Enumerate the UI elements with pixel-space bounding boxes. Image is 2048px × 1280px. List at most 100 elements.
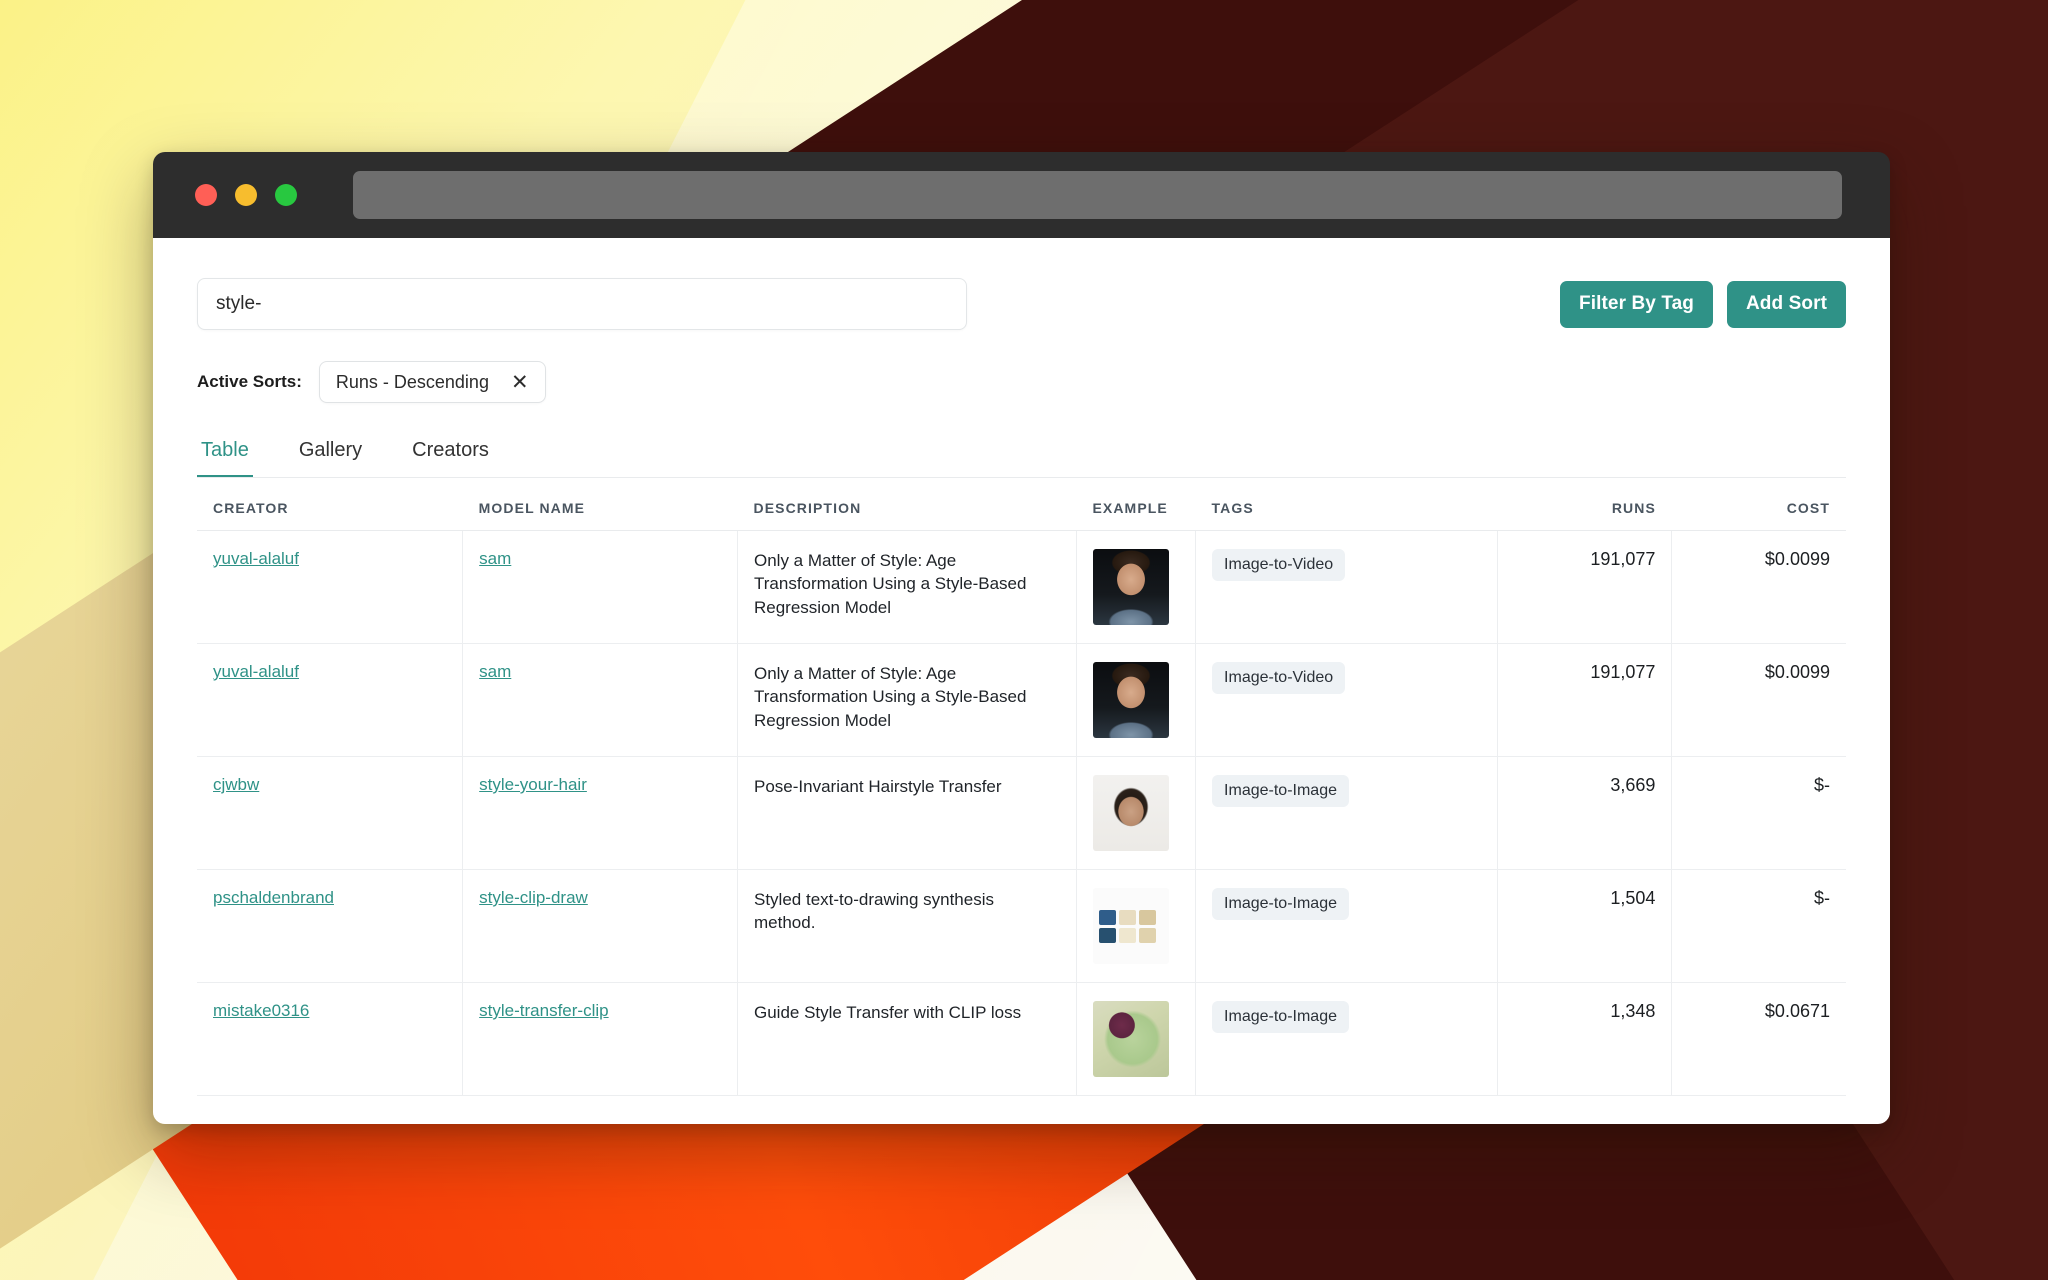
tab-creators[interactable]: Creators <box>408 433 493 477</box>
creator-link[interactable]: cjwbw <box>213 775 259 794</box>
cell-cost: $- <box>1671 756 1846 870</box>
description-text: Styled text-to-drawing synthesis method. <box>754 890 994 933</box>
table-row: pschaldenbrand style-clip-draw Styled te… <box>197 869 1846 983</box>
cell-runs: 191,077 <box>1497 530 1673 644</box>
tab-gallery[interactable]: Gallery <box>295 433 366 477</box>
search-input[interactable] <box>197 278 967 330</box>
cell-description: Guide Style Transfer with CLIP loss <box>737 982 1077 1096</box>
table-row: mistake0316 style-transfer-clip Guide St… <box>197 982 1846 1096</box>
table-row: yuval-alaluf sam Only a Matter of Style:… <box>197 530 1846 644</box>
model-name-link[interactable]: sam <box>479 662 511 681</box>
cell-model-name: sam <box>462 530 738 644</box>
table-header-row: CREATOR MODEL NAME DESCRIPTION EXAMPLE T… <box>197 478 1846 531</box>
column-header-description[interactable]: DESCRIPTION <box>737 478 1077 531</box>
cell-cost: $0.0671 <box>1671 982 1846 1096</box>
active-sort-chip-label: Runs - Descending <box>335 371 489 392</box>
page-content: Filter By Tag Add Sort Active Sorts: Run… <box>153 238 1890 1124</box>
add-sort-button[interactable]: Add Sort <box>1726 280 1846 328</box>
close-icon[interactable]: ✕ <box>511 372 529 393</box>
cell-model-name: sam <box>462 643 738 757</box>
minimize-window-icon[interactable] <box>235 184 257 206</box>
description-text: Guide Style Transfer with CLIP loss <box>754 1003 1022 1022</box>
example-thumbnail <box>1092 662 1169 738</box>
cell-model-name: style-your-hair <box>462 756 738 870</box>
filter-by-tag-button[interactable]: Filter By Tag <box>1560 280 1713 328</box>
cell-description: Styled text-to-drawing synthesis method. <box>737 869 1077 983</box>
table-body: yuval-alaluf sam Only a Matter of Style:… <box>197 530 1846 1096</box>
creator-link[interactable]: yuval-alaluf <box>213 549 299 568</box>
cell-model-name: style-clip-draw <box>462 869 738 983</box>
tag-badge[interactable]: Image-to-Image <box>1212 888 1349 920</box>
cell-example <box>1076 869 1197 983</box>
column-header-tags[interactable]: TAGS <box>1195 478 1498 531</box>
cell-tags: Image-to-Video <box>1195 643 1499 757</box>
cell-tags: Image-to-Image <box>1195 982 1499 1096</box>
cell-creator: mistake0316 <box>197 982 464 1096</box>
description-text: Pose-Invariant Hairstyle Transfer <box>754 777 1002 796</box>
model-name-link[interactable]: style-your-hair <box>479 775 587 794</box>
cell-cost: $0.0099 <box>1671 530 1846 644</box>
tab-table[interactable]: Table <box>197 433 253 477</box>
creator-link[interactable]: mistake0316 <box>213 1001 309 1020</box>
cell-runs: 3,669 <box>1497 756 1673 870</box>
description-text: Only a Matter of Style: Age Transformati… <box>754 551 1027 617</box>
column-header-creator[interactable]: CREATOR <box>197 478 463 531</box>
description-text: Only a Matter of Style: Age Transformati… <box>754 664 1027 730</box>
browser-window: Filter By Tag Add Sort Active Sorts: Run… <box>153 152 1890 1124</box>
toolbar-actions: Filter By Tag Add Sort <box>1560 280 1846 328</box>
example-thumbnail <box>1092 1001 1169 1077</box>
close-window-icon[interactable] <box>195 184 217 206</box>
cell-example <box>1076 530 1197 644</box>
cell-example <box>1076 643 1197 757</box>
model-name-link[interactable]: style-clip-draw <box>479 888 588 907</box>
column-header-model-name[interactable]: MODEL NAME <box>462 478 738 531</box>
cell-description: Only a Matter of Style: Age Transformati… <box>737 643 1077 757</box>
cell-example <box>1076 982 1197 1096</box>
creator-link[interactable]: yuval-alaluf <box>213 662 299 681</box>
active-sorts-label: Active Sorts: <box>197 372 302 391</box>
creator-link[interactable]: pschaldenbrand <box>213 888 334 907</box>
cell-tags: Image-to-Image <box>1195 756 1499 870</box>
tabs: Table Gallery Creators <box>197 433 1846 478</box>
model-name-link[interactable]: style-transfer-clip <box>479 1001 608 1020</box>
tag-badge[interactable]: Image-to-Video <box>1212 549 1346 581</box>
table-row: yuval-alaluf sam Only a Matter of Style:… <box>197 643 1846 757</box>
cell-runs: 191,077 <box>1497 643 1673 757</box>
cell-creator: yuval-alaluf <box>197 530 464 644</box>
table-row: cjwbw style-your-hair Pose-Invariant Hai… <box>197 756 1846 870</box>
cell-creator: cjwbw <box>197 756 464 870</box>
maximize-window-icon[interactable] <box>275 184 297 206</box>
cell-description: Pose-Invariant Hairstyle Transfer <box>737 756 1077 870</box>
column-header-runs[interactable]: RUNS <box>1497 478 1672 531</box>
tag-badge[interactable]: Image-to-Video <box>1212 662 1346 694</box>
cell-tags: Image-to-Video <box>1195 530 1499 644</box>
cell-model-name: style-transfer-clip <box>462 982 738 1096</box>
tabs-container: Table Gallery Creators <box>153 403 1890 478</box>
models-table-container: CREATOR MODEL NAME DESCRIPTION EXAMPLE T… <box>153 478 1890 1096</box>
column-header-example[interactable]: EXAMPLE <box>1076 478 1196 531</box>
cell-cost: $0.0099 <box>1671 643 1846 757</box>
url-bar[interactable] <box>353 171 1842 219</box>
table-header: CREATOR MODEL NAME DESCRIPTION EXAMPLE T… <box>197 478 1846 531</box>
active-sort-chip[interactable]: Runs - Descending ✕ <box>318 361 546 403</box>
pagination: Previous Page 1 of 1 Next <box>153 1096 1890 1124</box>
cell-creator: yuval-alaluf <box>197 643 464 757</box>
example-thumbnail <box>1092 775 1169 851</box>
cell-creator: pschaldenbrand <box>197 869 464 983</box>
model-name-link[interactable]: sam <box>479 549 511 568</box>
example-thumbnail <box>1092 888 1169 964</box>
tag-badge[interactable]: Image-to-Image <box>1212 775 1349 807</box>
tag-badge[interactable]: Image-to-Image <box>1212 1001 1349 1033</box>
cell-example <box>1076 756 1197 870</box>
cell-tags: Image-to-Image <box>1195 869 1499 983</box>
browser-titlebar <box>153 152 1890 238</box>
active-sorts-row: Active Sorts: Runs - Descending ✕ <box>153 330 1890 403</box>
page-toolbar: Filter By Tag Add Sort <box>153 238 1890 330</box>
cell-description: Only a Matter of Style: Age Transformati… <box>737 530 1077 644</box>
window-controls <box>179 184 297 206</box>
column-header-cost[interactable]: COST <box>1671 478 1846 531</box>
cell-runs: 1,504 <box>1497 869 1673 983</box>
cell-cost: $- <box>1671 869 1846 983</box>
cell-runs: 1,348 <box>1497 982 1673 1096</box>
example-thumbnail <box>1092 549 1169 625</box>
